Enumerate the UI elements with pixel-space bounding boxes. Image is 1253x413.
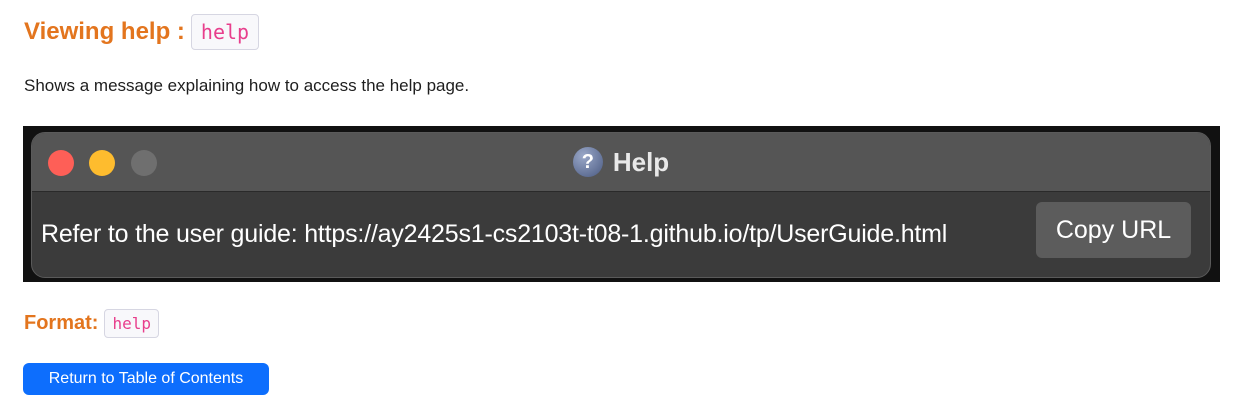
window-title-text: Help [612, 146, 670, 177]
return-to-toc-button[interactable]: Return to Table of Contents [23, 363, 269, 395]
section-heading: Viewing help : help [24, 12, 260, 52]
section-description: Shows a message explaining how to access… [24, 76, 470, 95]
section-heading-label: Viewing help : [24, 18, 185, 45]
format-line: Format: help [24, 306, 159, 340]
help-window-content: Refer to the user guide: https://ay2425s… [32, 192, 1210, 277]
window-title: ? Help [32, 133, 1210, 191]
format-code: help [104, 308, 159, 338]
copy-url-button[interactable]: Copy URL [1036, 202, 1191, 258]
section-heading-code: help [190, 14, 260, 50]
help-window: ? Help Refer to the user guide: https://… [31, 132, 1211, 278]
window-titlebar: ? Help [32, 133, 1210, 192]
format-label: Format: [24, 311, 99, 334]
help-window-screenshot: ? Help Refer to the user guide: https://… [23, 126, 1220, 282]
user-guide-message: Refer to the user guide: https://ay2425s… [41, 220, 948, 248]
help-question-icon: ? [572, 147, 603, 177]
